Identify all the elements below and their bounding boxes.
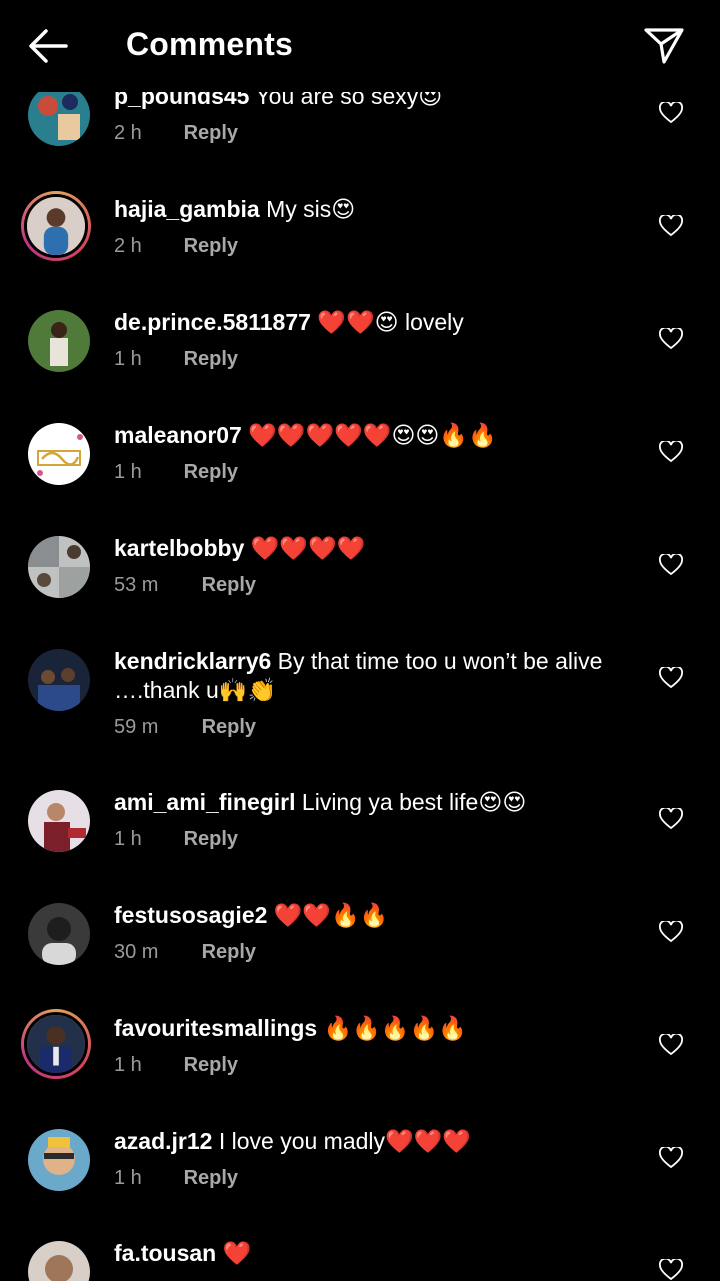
- avatar[interactable]: [28, 1241, 90, 1281]
- comment-meta: 30 m Reply: [114, 941, 256, 964]
- comment-username[interactable]: kendricklarry6: [114, 648, 271, 674]
- comment-username[interactable]: azad.jr12: [114, 1128, 212, 1154]
- comment-body: ❤️❤️😍 lovely: [317, 309, 464, 335]
- comment-time: 59 m: [114, 716, 159, 738]
- comment-time: 30 m: [114, 941, 159, 963]
- heart-outline-icon[interactable]: [659, 1259, 683, 1281]
- comment-time: 1 h: [114, 1054, 142, 1076]
- comment-text: ami_ami_finegirl Living ya best life😍😍: [114, 788, 644, 817]
- comment-time: 1 h: [114, 461, 142, 483]
- heart-outline-icon[interactable]: [659, 667, 683, 689]
- heart-outline-icon[interactable]: [659, 1147, 683, 1169]
- comment-body: ❤️: [222, 1240, 252, 1266]
- comment-text: azad.jr12 I love you madly❤️❤️❤️: [114, 1127, 644, 1156]
- comment-text: kendricklarry6 By that time too u won’t …: [114, 647, 644, 705]
- comment-meta: 2 h Reply: [114, 122, 238, 145]
- comment-text: fa.tousan ❤️: [114, 1239, 644, 1268]
- reply-button[interactable]: Reply: [184, 122, 238, 145]
- avatar[interactable]: [28, 903, 90, 965]
- page-title: Comments: [126, 26, 293, 62]
- comment-username[interactable]: festusosagie2: [114, 902, 267, 928]
- comment-text: de.prince.5811877 ❤️❤️😍 lovely: [114, 308, 644, 337]
- avatar[interactable]: [28, 649, 90, 711]
- comment-meta: 1 h Reply: [114, 348, 238, 371]
- comment-body: My sis😍: [266, 196, 356, 222]
- reply-button[interactable]: Reply: [184, 461, 238, 484]
- header-bar: Comments: [0, 0, 720, 92]
- comment-meta: 1 h Reply: [114, 1054, 238, 1077]
- comment-meta: 1 h Reply: [114, 1167, 238, 1190]
- comment-time: 1 h: [114, 348, 142, 370]
- comment-username[interactable]: kartelbobby: [114, 535, 244, 561]
- comment-time: 1 h: [114, 828, 142, 850]
- reply-button[interactable]: Reply: [184, 1054, 238, 1077]
- comment-text: festusosagie2 ❤️❤️🔥🔥: [114, 901, 644, 930]
- comment-meta: 1 h Reply: [114, 461, 238, 484]
- comment-time: 2 h: [114, 122, 142, 144]
- heart-outline-icon[interactable]: [659, 328, 683, 350]
- reply-button[interactable]: Reply: [184, 235, 238, 258]
- comment-text: favouritesmallings 🔥🔥🔥🔥🔥: [114, 1014, 644, 1043]
- comment-meta: 2 h Reply: [114, 235, 238, 258]
- avatar[interactable]: [21, 1009, 91, 1079]
- reply-button[interactable]: Reply: [184, 348, 238, 371]
- comment-body: 🔥🔥🔥🔥🔥: [323, 1015, 467, 1041]
- comment-text: kartelbobby ❤️❤️❤️❤️: [114, 534, 644, 563]
- comment-body: ❤️❤️🔥🔥: [273, 902, 389, 928]
- avatar[interactable]: [21, 191, 91, 261]
- avatar[interactable]: [28, 84, 90, 146]
- reply-button[interactable]: Reply: [184, 1167, 238, 1190]
- comment-username[interactable]: hajia_gambia: [114, 196, 260, 222]
- comment-body: Living ya best life😍😍: [301, 789, 527, 815]
- heart-outline-icon[interactable]: [659, 1034, 683, 1056]
- comment-username[interactable]: fa.tousan: [114, 1240, 216, 1266]
- reply-button[interactable]: Reply: [202, 574, 256, 597]
- heart-outline-icon[interactable]: [659, 921, 683, 943]
- reply-button[interactable]: Reply: [202, 716, 256, 739]
- heart-outline-icon[interactable]: [659, 554, 683, 576]
- comment-meta: 53 m Reply: [114, 574, 256, 597]
- reply-button[interactable]: Reply: [202, 941, 256, 964]
- comment-time: 1 h: [114, 1167, 142, 1189]
- comment-meta: 59 m Reply: [114, 716, 256, 739]
- heart-outline-icon[interactable]: [659, 102, 683, 124]
- heart-outline-icon[interactable]: [659, 441, 683, 463]
- comments-list[interactable]: p_pounds45 You are so sexy😍 2 h Reply ha…: [0, 0, 720, 1281]
- arrow-left-icon[interactable]: [26, 26, 70, 66]
- comment-body: ❤️❤️❤️❤️: [250, 535, 366, 561]
- avatar[interactable]: [28, 790, 90, 852]
- comment-username[interactable]: favouritesmallings: [114, 1015, 317, 1041]
- comment-username[interactable]: ami_ami_finegirl: [114, 789, 296, 815]
- comment-username[interactable]: de.prince.5811877: [114, 309, 311, 335]
- comment-time: 53 m: [114, 574, 159, 596]
- avatar[interactable]: [28, 1129, 90, 1191]
- reply-button[interactable]: Reply: [184, 828, 238, 851]
- heart-outline-icon[interactable]: [659, 215, 683, 237]
- comment-body: ❤️❤️❤️❤️❤️😍😍🔥🔥: [248, 422, 497, 448]
- avatar[interactable]: [28, 536, 90, 598]
- comment-text: hajia_gambia My sis😍: [114, 195, 644, 224]
- comment-time: 2 h: [114, 235, 142, 257]
- avatar[interactable]: [28, 423, 90, 485]
- avatar[interactable]: [28, 310, 90, 372]
- paper-plane-icon[interactable]: [642, 24, 686, 68]
- comment-text: maleanor07 ❤️❤️❤️❤️❤️😍😍🔥🔥: [114, 421, 644, 450]
- comment-username[interactable]: maleanor07: [114, 422, 242, 448]
- comment-body: I love you madly❤️❤️❤️: [218, 1128, 471, 1154]
- comment-meta: 1 h Reply: [114, 828, 238, 851]
- heart-outline-icon[interactable]: [659, 808, 683, 830]
